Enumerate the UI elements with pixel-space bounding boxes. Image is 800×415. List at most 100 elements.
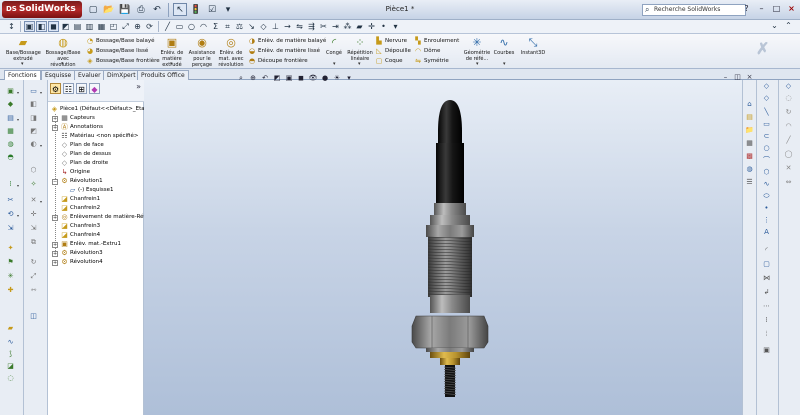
top-view-icon[interactable]: ▥ <box>84 21 95 32</box>
polygon-icon[interactable]: ⬡ <box>29 166 38 175</box>
minimize-view-icon[interactable]: – <box>721 73 730 82</box>
text-icon[interactable]: ✧ <box>29 180 38 189</box>
polygon-icon[interactable]: ⬡ <box>762 168 771 177</box>
arrow-icon[interactable]: → <box>282 21 293 32</box>
boss-icon[interactable]: ▰ <box>6 324 15 333</box>
tree-node-chanfrein3[interactable]: ◪ Chanfrein3 <box>60 222 100 231</box>
section-view-icon[interactable]: ◩ <box>60 21 71 32</box>
offset-icon[interactable]: ▢ <box>762 260 771 269</box>
scene-icon[interactable]: ☀ <box>332 73 342 83</box>
sketch-circle-icon[interactable]: ○ <box>186 21 197 32</box>
sketch-line-icon[interactable]: ╱ <box>162 21 173 32</box>
instant3d-button[interactable]: ⤡ Instant3D <box>518 36 548 56</box>
expand-icon[interactable]: + <box>52 259 58 266</box>
relations-icon[interactable]: ✚ <box>6 286 15 295</box>
arc-icon[interactable]: ◓ <box>6 153 15 162</box>
line-icon[interactable]: ╱ <box>784 136 793 145</box>
tree-node-material[interactable]: ☷ Matériau <non spécifié> <box>60 132 138 141</box>
convert-icon[interactable]: ✕ <box>29 196 38 205</box>
print-icon[interactable]: ⎙ <box>134 3 148 16</box>
trim-icon[interactable]: ✂ <box>318 21 329 32</box>
resources-icon[interactable]: ⌂ <box>745 100 754 109</box>
dropdown-arrow-icon[interactable]: ▾ <box>17 213 19 218</box>
shell-button[interactable]: ▢ Coque <box>375 57 403 65</box>
display-style-icon[interactable]: ◧ <box>36 21 47 32</box>
construction-icon[interactable]: ◨ <box>29 114 38 123</box>
dropdown-arrow-icon[interactable]: ▾ <box>40 90 42 95</box>
tab-dimxpert[interactable]: DimXpert <box>103 70 140 80</box>
right-view-icon[interactable]: ▦ <box>96 21 107 32</box>
tree-node-plan-face[interactable]: ◇ Plan de face <box>60 141 104 150</box>
spline-icon[interactable]: ∿ <box>762 180 771 189</box>
ellipse-icon[interactable]: ◐ <box>29 140 38 149</box>
property-manager-tab-icon[interactable]: ☷ <box>63 83 74 94</box>
dropdown-arrow-icon[interactable]: ▾ <box>17 183 19 188</box>
point-icon[interactable]: • <box>378 21 389 32</box>
hole-wizard-button[interactable]: ◉ Assistance pour le perçage <box>188 36 216 68</box>
tree-node-revolution3[interactable]: + ⚙ Révolution3 <box>52 249 103 258</box>
open-folder-icon[interactable]: 📂 <box>102 3 116 16</box>
fillet-button[interactable]: ◜ Congé <box>322 36 346 56</box>
split-icon[interactable]: ◫ <box>29 312 38 321</box>
stretch-icon[interactable]: ⇿ <box>29 286 38 295</box>
line-icon[interactable]: ╲ <box>762 108 771 117</box>
options-icon[interactable]: ☑ <box>205 3 219 16</box>
rotate-icon[interactable]: ↻ <box>29 258 38 267</box>
fillet-icon[interactable]: ⟆ <box>6 350 15 359</box>
tree-node-enlev-extru1[interactable]: + ▣ Enlèv. mat.-Extru1 <box>52 240 121 249</box>
wrap-button[interactable]: ▚ Enroulement <box>414 37 459 45</box>
file-explorer-icon[interactable]: 📁 <box>745 126 754 135</box>
front-view-icon[interactable]: ▤ <box>72 21 83 32</box>
hide-show-icon[interactable]: 👁 <box>308 73 318 83</box>
sketch-entity-icon[interactable]: ◧ <box>29 100 38 109</box>
tree-node-annotations[interactable]: + Ⓐ Annotations <box>52 123 103 132</box>
dropdown-arrow-icon[interactable]: ▾ <box>170 61 173 67</box>
pointer-icon[interactable]: ↘ <box>246 21 257 32</box>
tab-esquisse[interactable]: Esquisse <box>41 70 76 80</box>
ref-geometry-button[interactable]: ✳ Géométrie de réfé... <box>462 36 492 62</box>
ellipse-icon[interactable]: ◯ <box>784 150 793 159</box>
expand-icon[interactable]: + <box>52 115 58 122</box>
graphics-viewport[interactable] <box>144 80 758 415</box>
construction-icon[interactable]: ✕ <box>784 164 793 173</box>
spline-icon[interactable]: ⁞ <box>6 180 15 189</box>
plane-icon[interactable]: ▰ <box>354 21 365 32</box>
previous-view-icon[interactable]: ↶ <box>260 73 270 83</box>
tree-root[interactable]: ◈ Pièce1 (Défaut<<Défaut>_Etat <box>50 105 147 114</box>
point-icon[interactable]: ⚑ <box>6 258 15 267</box>
zoom-fit-icon[interactable]: ⌕ <box>236 73 246 83</box>
custom-properties-icon[interactable]: ☰ <box>745 178 754 187</box>
iso-view-icon[interactable]: ◰ <box>108 21 119 32</box>
dome-button[interactable]: ◠ Dôme <box>414 47 440 55</box>
shaded-icon[interactable]: ◼ <box>48 21 59 32</box>
tree-node-chanfrein4[interactable]: ◪ Chanfrein4 <box>60 231 100 240</box>
rebuild-icon[interactable]: 🚦 <box>189 3 203 16</box>
tree-node-revolution4[interactable]: + ⚙ Révolution4 <box>52 258 103 267</box>
tab-fonctions[interactable]: Fonctions <box>4 70 41 80</box>
chevron-right-icon[interactable]: » <box>136 82 141 91</box>
undo-icon[interactable]: ↶ <box>150 3 164 16</box>
mass-props-icon[interactable]: ⚖ <box>234 21 245 32</box>
expand-icon[interactable]: + <box>52 241 58 248</box>
save-icon[interactable]: 💾 <box>118 3 132 16</box>
circle-icon[interactable]: ○ <box>762 144 771 153</box>
dropdown-arrow-icon[interactable]: ▾ <box>390 21 401 32</box>
move-icon[interactable]: ⇲ <box>29 224 38 233</box>
cut-sweep-button[interactable]: ◑ Enlèv. de matière balayé <box>248 37 326 45</box>
boss-loft-button[interactable]: ◕ Bossage/Base lissé <box>86 47 148 55</box>
boss-sweep-button[interactable]: ◔ Bossage/Base balayé <box>86 37 155 45</box>
pattern-icon[interactable]: ⁞ <box>762 316 771 325</box>
tree-node-esquisse1[interactable]: ▱ (-) Esquisse1 <box>68 186 114 195</box>
cut-boundary-button[interactable]: ◓ Découpe frontière <box>248 57 308 65</box>
sum-icon[interactable]: Σ <box>210 21 221 32</box>
draft-button[interactable]: ◺ Dépouille <box>375 47 411 55</box>
restore-view-icon[interactable]: ◫ <box>733 73 742 82</box>
extend-icon[interactable]: ↲ <box>762 288 771 297</box>
dropdown-arrow-icon[interactable]: ▾ <box>358 61 361 67</box>
plane-icon[interactable]: ✳ <box>6 272 15 281</box>
centerline-icon[interactable]: ◩ <box>29 127 38 136</box>
split-icon[interactable]: ⋯ <box>762 302 771 311</box>
rectangle-icon[interactable]: ▦ <box>6 127 15 136</box>
dropdown-arrow-icon[interactable]: ▾ <box>40 199 42 204</box>
view-orientation-icon[interactable]: ▣ <box>284 73 294 83</box>
